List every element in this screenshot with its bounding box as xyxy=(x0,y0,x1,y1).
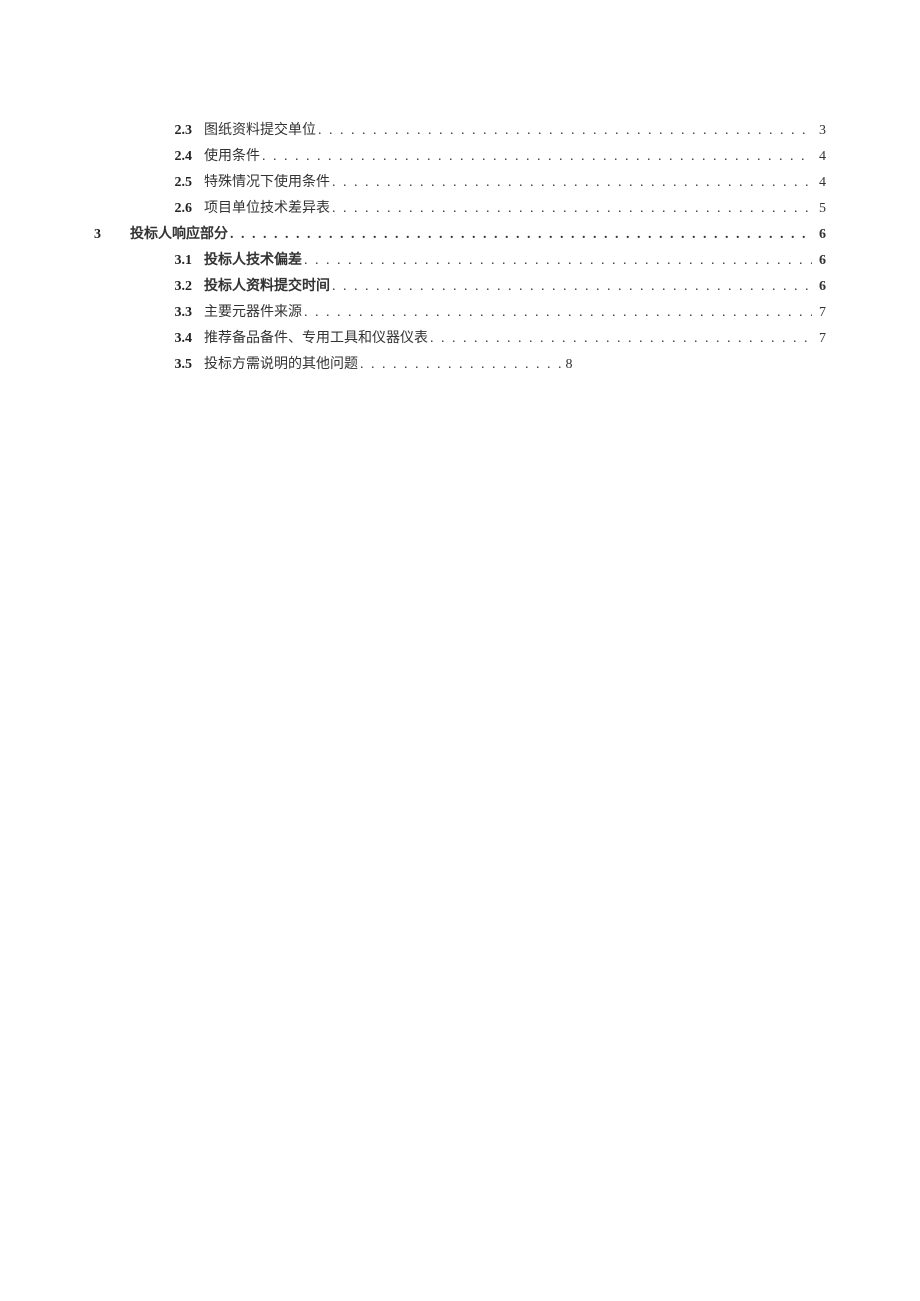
toc-page-ref: 6 xyxy=(814,222,826,248)
toc-line-3-1: 3.1 投标人技术偏差. . . . . . . . . . . . . . . … xyxy=(164,248,826,274)
toc-page-ref: 7 xyxy=(814,300,826,326)
toc-title: 推荐备品备件、专用工具和仪器仪表 xyxy=(204,326,428,352)
toc-page: 2.3图纸资料提交单位. . . . . . . . . . . . . . .… xyxy=(0,0,920,378)
toc-line-3-5: 3.5 投标方需说明的其他问题 . . . . . . . . . . . . .… xyxy=(164,352,826,378)
toc-container: 2.3图纸资料提交单位. . . . . . . . . . . . . . .… xyxy=(94,118,826,378)
toc-page-ref: 7 xyxy=(814,326,826,352)
toc-title: 项目单位技术差异表 xyxy=(204,196,330,222)
toc-title: 特殊情况下使用条件 xyxy=(204,170,330,196)
toc-number: 2.4 xyxy=(164,144,192,170)
toc-line-3-4: 3.4 推荐备品备件、专用工具和仪器仪表. . . . . . . . . . .… xyxy=(164,326,826,352)
toc-leader: . . . . . . . . . . . . . . . . . . . . … xyxy=(304,300,812,326)
toc-line-2-6: 2.6 项目单位技术差异表. . . . . . . . . . . . . . … xyxy=(164,196,826,222)
toc-leader: . . . . . . . . . . . . . . . . . . . . … xyxy=(304,248,812,274)
toc-page-ref: 3 xyxy=(814,118,826,144)
toc-line-2-5: 2.5 特殊情况下使用条件. . . . . . . . . . . . . . … xyxy=(164,170,826,196)
toc-page-ref: 5 xyxy=(814,196,826,222)
toc-leader: . . . . . . . . . . . . . . . . . . . . … xyxy=(318,118,812,144)
toc-line-3-3: 3.3 主要元器件来源. . . . . . . . . . . . . . . … xyxy=(164,300,826,326)
toc-leader: . . . . . . . . . . . . . . . . . . . . … xyxy=(262,144,812,170)
toc-number: 3.3 xyxy=(164,300,192,326)
toc-page-ref: 8 xyxy=(566,352,573,378)
toc-leader: . . . . . . . . . . . . . . . . . . . . … xyxy=(230,222,812,248)
toc-title: 投标方需说明的其他问题 xyxy=(204,352,358,378)
toc-leader: . . . . . . . . . . . . . . . . . . . . … xyxy=(332,274,812,300)
toc-number: 3.1 xyxy=(164,248,192,274)
toc-number: 3 xyxy=(94,222,118,248)
toc-title: 使用条件 xyxy=(204,144,260,170)
toc-title: 图纸资料提交单位 xyxy=(204,118,316,144)
toc-number: 3.4 xyxy=(164,326,192,352)
toc-line-2-4: 2.4 使用条件. . . . . . . . . . . . . . . . .… xyxy=(164,144,826,170)
toc-title: 投标人响应部分 xyxy=(130,222,228,248)
toc-title: 投标人资料提交时间 xyxy=(204,274,330,300)
toc-line-3-2: 3.2 投标人资料提交时间. . . . . . . . . . . . . . … xyxy=(164,274,826,300)
toc-page-ref: 6 xyxy=(814,248,826,274)
toc-title: 投标人技术偏差 xyxy=(204,248,302,274)
toc-number: 2.5 xyxy=(164,170,192,196)
toc-page-ref: 4 xyxy=(814,170,826,196)
toc-title: 主要元器件来源 xyxy=(204,300,302,326)
toc-line-3: 3 投标人响应部分. . . . . . . . . . . . . . . . … xyxy=(94,222,826,248)
toc-number: 2.3 xyxy=(164,118,192,144)
toc-page-ref: 6 xyxy=(814,274,826,300)
toc-leader: . . . . . . . . . . . . . . . . . . . . … xyxy=(332,196,812,222)
toc-leader: . . . . . . . . . . . . . . . . . . . xyxy=(360,352,564,378)
toc-page-ref: 4 xyxy=(814,144,826,170)
toc-line-2-3: 2.3 图纸资料提交单位. . . . . . . . . . . . . . .… xyxy=(164,118,826,144)
toc-leader: . . . . . . . . . . . . . . . . . . . . … xyxy=(332,170,812,196)
toc-leader: . . . . . . . . . . . . . . . . . . . . … xyxy=(430,326,812,352)
toc-number: 2.6 xyxy=(164,196,192,222)
toc-number: 3.5 xyxy=(164,352,192,378)
toc-number: 3.2 xyxy=(164,274,192,300)
